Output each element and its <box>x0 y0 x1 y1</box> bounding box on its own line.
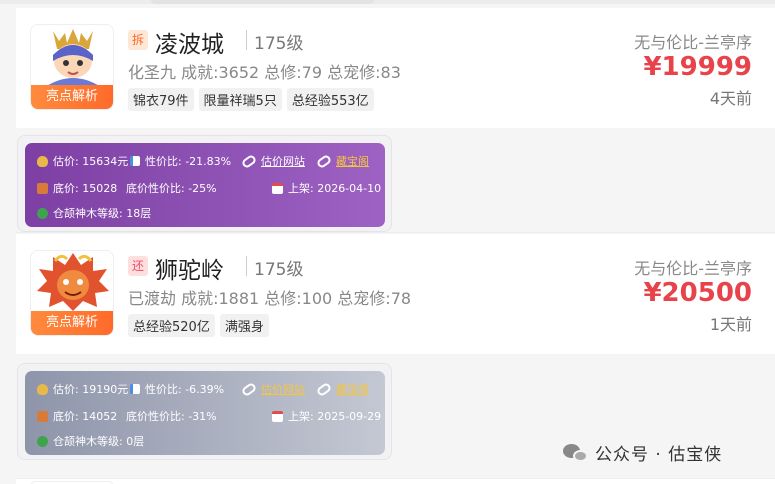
tree-level: 仓颉神木等级: 0层 <box>53 435 145 448</box>
status-tag: 还 <box>128 256 148 276</box>
listing-card[interactable]: 亮点解析 拆 凌波城 175级 化圣九 成就:3652 总修:79 总宠修:83… <box>16 8 775 128</box>
feature-chip: 满强身 <box>219 314 269 337</box>
watermark-text: 公众号 · 估宝侠 <box>595 445 723 465</box>
link-icon <box>240 153 258 169</box>
feature-chip: 总经验520亿 <box>128 314 215 337</box>
estimate-value: 估价: 19190元 <box>53 383 129 396</box>
valuation-panel-frame: 估价: 15634元 性价比: -21.83% 估价网站 藏宝阁 底价: 150… <box>17 135 392 232</box>
server-name[interactable]: 凌波城 <box>155 25 224 59</box>
money-bag-icon <box>37 383 48 395</box>
money-bag-icon <box>37 155 48 167</box>
estimate-site-link[interactable]: 估价网站 <box>261 153 305 169</box>
character-stats: 已渡劫 成就:1881 总修:100 总宠修:78 <box>128 289 412 308</box>
feature-chips: 总经验520亿 满强身 <box>128 314 269 337</box>
value-ratio: 性价比: -21.83% <box>145 155 232 168</box>
analysis-button[interactable]: 亮点解析 <box>31 85 113 109</box>
lingbo-character-icon <box>31 25 113 87</box>
link-icon <box>315 153 333 169</box>
next-card-edge <box>16 478 775 484</box>
feature-chip: 总经验553亿 <box>286 88 374 111</box>
value-ratio: 性价比: -6.39% <box>145 383 225 396</box>
wechat-icon <box>563 442 589 464</box>
listed-time: 1天前 <box>709 315 752 334</box>
character-level: 175级 <box>254 34 304 54</box>
calendar-icon <box>272 182 283 194</box>
floor-ratio: 底价性价比: -31% <box>126 410 217 423</box>
listed-date: 上架: 2025-09-29 <box>288 410 382 423</box>
tree-icon <box>37 207 48 219</box>
box-icon <box>37 182 48 194</box>
floor-price: 底价: 15028 <box>53 182 118 195</box>
tree-icon <box>37 435 48 447</box>
tree-level: 仓颉神木等级: 18层 <box>53 207 152 220</box>
floor-ratio: 底价性价比: -25% <box>126 182 217 195</box>
calendar-icon <box>272 410 283 422</box>
divider <box>246 30 247 50</box>
feature-chip: 锦衣79件 <box>128 88 194 111</box>
feature-chips: 锦衣79件 限量祥瑞5只 总经验553亿 <box>128 88 374 111</box>
character-avatar[interactable]: 亮点解析 <box>30 250 114 336</box>
estimate-value: 估价: 15634元 <box>53 155 129 168</box>
listed-date: 上架: 2026-04-10 <box>288 182 382 195</box>
estimate-site-link[interactable]: 估价网站 <box>261 381 305 397</box>
listed-time: 4天前 <box>709 89 752 108</box>
treasure-pavilion-link[interactable]: 藏宝阁 <box>336 381 369 397</box>
link-icon <box>240 381 258 397</box>
divider <box>246 256 247 276</box>
treasure-pavilion-link[interactable]: 藏宝阁 <box>336 153 369 169</box>
box-icon <box>37 410 48 422</box>
analysis-button[interactable]: 亮点解析 <box>31 311 113 335</box>
server-name[interactable]: 狮驼岭 <box>155 251 224 285</box>
character-stats: 化圣九 成就:3652 总修:79 总宠修:83 <box>128 63 401 82</box>
price: ¥20500 <box>643 278 752 308</box>
character-level: 175级 <box>254 260 304 280</box>
status-tag: 拆 <box>128 30 148 50</box>
seller-name: 无与伦比-兰亭序 <box>634 259 752 278</box>
feature-chip: 限量祥瑞5只 <box>198 88 282 111</box>
seller-name: 无与伦比-兰亭序 <box>634 33 752 52</box>
chart-icon <box>130 156 140 166</box>
shituo-character-icon <box>31 251 113 313</box>
previous-card-edge <box>0 0 775 4</box>
link-icon <box>315 381 333 397</box>
divider <box>16 232 775 233</box>
watermark: 公众号 · 估宝侠 <box>563 440 722 465</box>
valuation-panel: 估价: 19190元 性价比: -6.39% 估价网站 藏宝阁 底价: 1405… <box>25 371 385 455</box>
chart-icon <box>130 384 140 394</box>
character-avatar[interactable]: 亮点解析 <box>30 24 114 110</box>
price: ¥19999 <box>643 52 752 82</box>
floor-price: 底价: 14052 <box>53 410 118 423</box>
valuation-panel: 估价: 15634元 性价比: -21.83% 估价网站 藏宝阁 底价: 150… <box>25 143 385 227</box>
valuation-panel-frame: 估价: 19190元 性价比: -6.39% 估价网站 藏宝阁 底价: 1405… <box>17 363 392 460</box>
listing-card[interactable]: 亮点解析 还 狮驼岭 175级 已渡劫 成就:1881 总修:100 总宠修:7… <box>16 234 775 354</box>
